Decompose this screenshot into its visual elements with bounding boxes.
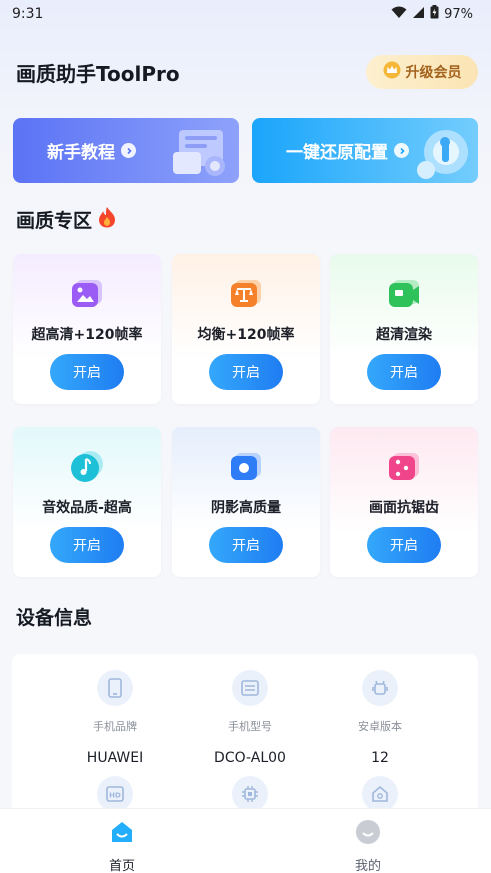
battery-percent: 97% [444,6,473,22]
enable-balanced-button[interactable]: 开启 [209,354,283,390]
home-icon [109,819,135,849]
quality-card-shadow: 阴影高质量 开启 [172,427,320,577]
quality-card-balanced: 均衡+120帧率 开启 [172,254,320,404]
quality-card-label: 超高清+120帧率 [31,327,143,343]
nav-profile[interactable]: 我的 [328,819,408,873]
restore-config-banner-label: 一键还原配置 [286,143,388,163]
quality-card-render: 超清渲染 开启 [330,254,478,404]
device-cpu [190,776,310,812]
upgrade-vip-label: 升级会员 [405,65,462,81]
svg-text:HD: HD [109,792,121,800]
fire-icon [98,206,116,233]
model-card-icon [232,670,268,706]
storage-icon [362,776,398,812]
hd-icon: HD [97,776,133,812]
quality-card-label: 均衡+120帧率 [197,327,295,343]
app-title: 画质助手ToolPro [16,62,180,86]
device-model: 手机型号 DCO-AL00 [190,670,310,766]
device-storage [320,776,440,812]
upgrade-vip-button[interactable]: 升级会员 [366,55,478,89]
chevron-right-icon [394,143,409,158]
device-android-label: 安卓版本 [358,720,402,733]
quality-card-label: 阴影高质量 [211,500,281,516]
device-info-panel: 手机品牌 HUAWEI 手机型号 DCO-AL00 安卓版本 12 HD [12,654,478,824]
gear-wrench-illustration [412,122,474,183]
enable-antialias-button[interactable]: 开启 [367,527,441,563]
status-bar: 9:31 97% [0,0,491,28]
quality-section-title: 画质专区 [16,206,116,233]
status-icons: 97% [391,5,473,23]
enable-shadow-button[interactable]: 开启 [209,527,283,563]
video-camera-icon [387,276,421,310]
quality-card-label: 超清渲染 [376,327,432,343]
quality-section-label: 画质专区 [16,210,93,232]
quality-card-antialias: 画面抗锯齿 开启 [330,427,478,577]
enable-render-button[interactable]: 开启 [367,354,441,390]
wifi-icon [391,6,407,23]
music-note-icon [70,449,104,483]
image-icon [70,276,104,310]
profile-icon [355,819,381,849]
shadow-icon [229,449,263,483]
enable-ultra-hd-button[interactable]: 开启 [50,354,124,390]
tutorial-banner-label: 新手教程 [47,143,115,163]
nav-home-label: 首页 [108,859,135,873]
tutorial-banner[interactable]: 新手教程 [13,118,239,183]
enable-audio-button[interactable]: 开启 [50,527,124,563]
device-brand-value: HUAWEI [86,750,144,766]
chip-icon [232,776,268,812]
nav-profile-label: 我的 [354,859,381,873]
device-model-value: DCO-AL00 [214,750,286,766]
phone-icon [97,670,133,706]
device-android-value: 12 [371,750,389,766]
quality-card-label: 音效品质-超高 [42,500,132,516]
quality-card-audio: 音效品质-超高 开启 [13,427,161,577]
battery-icon [430,5,439,23]
quality-card-ultra-hd: 超高清+120帧率 开启 [13,254,161,404]
signal-icon [412,6,425,23]
android-icon [362,670,398,706]
device-brand: 手机品牌 HUAWEI [55,670,175,766]
device-android-version: 安卓版本 12 [320,670,440,766]
dice-icon [387,449,421,483]
chevron-right-icon [121,143,136,158]
device-model-label: 手机型号 [228,720,272,733]
device-brand-label: 手机品牌 [93,720,137,733]
device-resolution: HD [55,776,175,812]
balance-icon [229,276,263,310]
nav-home[interactable]: 首页 [82,819,162,873]
restore-config-banner[interactable]: 一键还原配置 [252,118,478,183]
quality-card-label: 画面抗锯齿 [369,500,439,516]
crown-icon [383,61,401,83]
tutorial-illustration [169,122,235,183]
status-time: 9:31 [12,6,44,22]
bottom-nav: 首页 我的 [0,808,491,873]
device-section-title: 设备信息 [16,607,93,629]
